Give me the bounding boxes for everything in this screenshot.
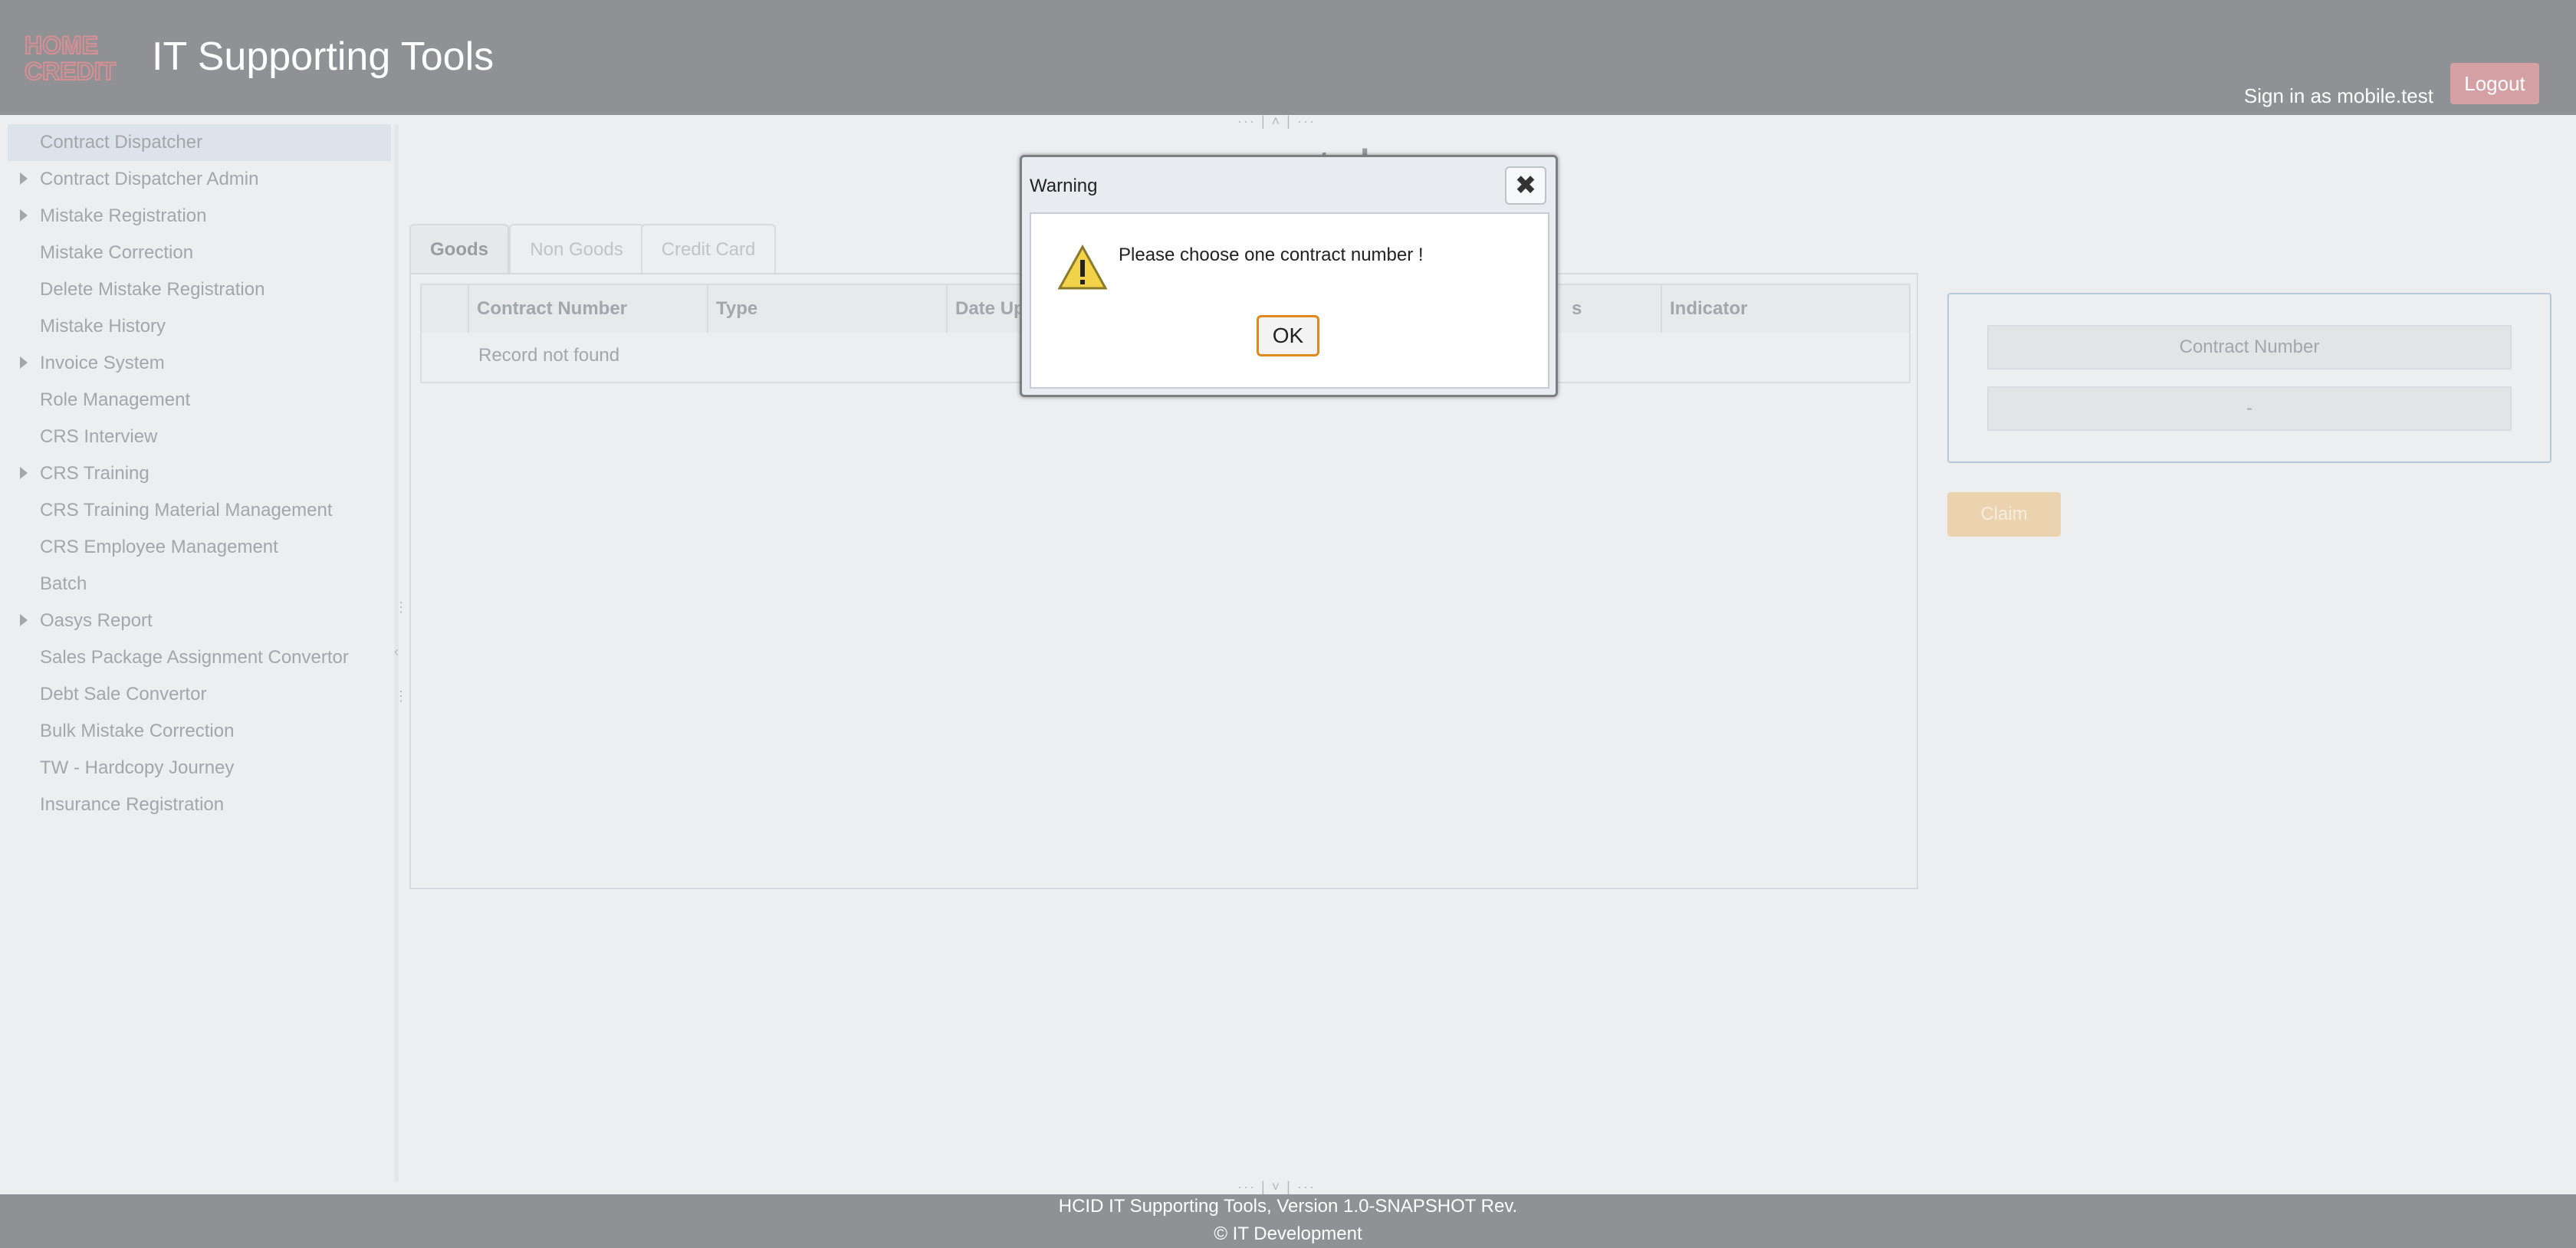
column-header[interactable]: Indicator [1661, 285, 1907, 333]
sidebar-item[interactable]: CRS Interview [8, 419, 391, 455]
splitter-grip-icon[interactable]: ⋮ [394, 599, 408, 616]
sidebar-item[interactable]: Insurance Registration [8, 787, 391, 823]
collapse-sidebar-icon[interactable]: ‹ [394, 644, 399, 660]
expand-arrow-icon[interactable] [20, 356, 28, 369]
sidebar-nav: Contract Dispatcher Contract Dispatcher A… [8, 124, 391, 1182]
svg-text:HOME: HOME [25, 31, 98, 59]
sidebar-item-label: Debt Sale Convertor [40, 684, 207, 704]
sidebar-item[interactable]: Role Management [8, 382, 391, 419]
sidebar-item-label: Mistake History [40, 316, 166, 337]
claim-button[interactable]: Claim [1947, 492, 2061, 537]
column-header[interactable]: Contract Number [468, 285, 707, 333]
splitter-grip-icon[interactable]: ⋮ [394, 688, 408, 704]
tab-non-goods[interactable]: Non Goods [509, 224, 644, 274]
expand-arrow-icon[interactable] [20, 172, 28, 185]
dialog-title: Warning [1030, 176, 1098, 196]
expand-arrow-icon[interactable] [20, 467, 28, 479]
tab-goods[interactable]: Goods [409, 224, 509, 274]
sidebar-item[interactable]: Contract Dispatcher Admin [8, 161, 391, 198]
sidebar-item-label: CRS Training [40, 463, 150, 484]
sidebar-item-label: TW - Hardcopy Journey [40, 757, 235, 778]
contract-info-card: Contract Number - [1947, 293, 2551, 463]
close-icon[interactable]: ✖ [1505, 166, 1546, 205]
top-split-handle[interactable]: ··· | ˄ | ··· [1237, 113, 1316, 130]
dialog-message: Please choose one contract number ! [1119, 245, 1424, 265]
logout-button[interactable]: Logout [2450, 63, 2539, 104]
sidebar-item[interactable]: Mistake Correction [8, 235, 391, 271]
warning-dialog: Warning ✖ Please choose one contract num… [1020, 155, 1558, 397]
contract-number-label: Contract Number [1987, 325, 2512, 369]
sidebar-item-label: Batch [40, 573, 87, 594]
signed-in-user: Sign in as mobile.test [2243, 84, 2433, 107]
column-header[interactable]: s [1564, 285, 1633, 333]
app-footer: HCID IT Supporting Tools, Version 1.0-SN… [0, 1194, 2576, 1248]
sidebar-item[interactable]: Sales Package Assignment Convertor [8, 639, 391, 676]
sidebar-item[interactable]: CRS Training Material Management [8, 492, 391, 529]
empty-message: Record not found [478, 345, 620, 366]
sidebar-item[interactable]: Batch [8, 566, 391, 603]
app-title: IT Supporting Tools [152, 34, 495, 79]
sidebar-item[interactable]: CRS Training [8, 455, 391, 492]
sidebar-item-label: Mistake Registration [40, 205, 207, 226]
sidebar-item-label: Role Management [40, 389, 191, 410]
sidebar-item[interactable]: CRS Employee Management [8, 529, 391, 566]
dialog-body: Please choose one contract number ! OK [1030, 212, 1549, 389]
expand-arrow-icon[interactable] [20, 209, 28, 222]
sidebar-item-label: CRS Training Material Management [40, 500, 333, 521]
sidebar-item-label: Invoice System [40, 353, 165, 373]
home-credit-logo: HOME CREDIT [25, 31, 129, 83]
sidebar-item-label: Mistake Correction [40, 242, 194, 263]
sidebar-item[interactable]: Invoice System [8, 345, 391, 382]
expand-arrow-icon[interactable] [20, 614, 28, 626]
sidebar-item-label: Contract Dispatcher Admin [40, 169, 259, 189]
sidebar-item[interactable]: Delete Mistake Registration [8, 271, 391, 308]
sidebar-item-label: Contract Dispatcher [40, 132, 203, 153]
sidebar-item[interactable]: Mistake History [8, 308, 391, 345]
sidebar-item[interactable]: TW - Hardcopy Journey [8, 750, 391, 787]
sidebar-item-label: CRS Employee Management [40, 537, 278, 557]
bottom-split-handle[interactable]: ··· | ˅ | ··· [1237, 1179, 1316, 1195]
sidebar-item[interactable]: Oasys Report [8, 603, 391, 639]
warning-triangle-icon [1057, 244, 1108, 291]
tab-credit-card[interactable]: Credit Card [641, 224, 776, 274]
sidebar-item[interactable]: Debt Sale Convertor [8, 676, 391, 713]
sidebar-item-label: CRS Interview [40, 426, 158, 447]
sidebar-item-label: Sales Package Assignment Convertor [40, 647, 349, 668]
svg-text:CREDIT: CREDIT [25, 57, 117, 83]
sidebar-item-label: Bulk Mistake Correction [40, 721, 235, 741]
sidebar-item-label: Insurance Registration [40, 794, 225, 815]
ok-button[interactable]: OK [1257, 315, 1319, 356]
footer-copyright: © IT Development [1214, 1223, 1362, 1244]
sidebar-item-label: Oasys Report [40, 610, 153, 631]
contract-number-value: - [1987, 386, 2512, 431]
column-header[interactable]: Type [707, 285, 946, 333]
sidebar-item[interactable]: Contract Dispatcher [8, 124, 391, 161]
sidebar-item[interactable]: Bulk Mistake Correction [8, 713, 391, 750]
app-header: HOME CREDIT IT Supporting Tools Sign in … [0, 0, 2576, 115]
sidebar-item[interactable]: Mistake Registration [8, 198, 391, 235]
sidebar-item-label: Delete Mistake Registration [40, 279, 265, 300]
footer-version: HCID IT Supporting Tools, Version 1.0-SN… [1058, 1196, 1518, 1217]
